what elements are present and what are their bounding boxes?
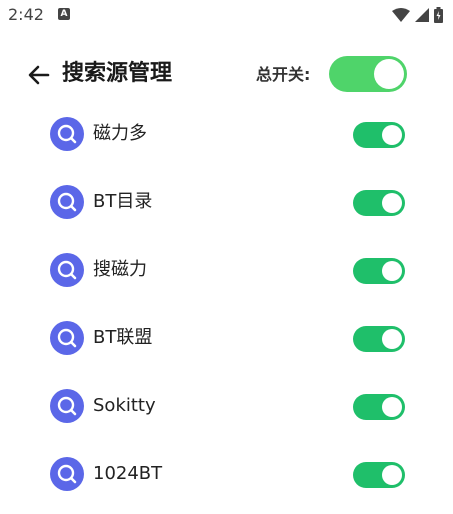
arrow-left-icon (28, 65, 50, 85)
app-notification-icon: A (58, 8, 70, 20)
master-switch-label: 总开关: (256, 65, 311, 84)
search-icon (50, 117, 84, 151)
source-toggle[interactable] (353, 326, 405, 352)
source-label: Sokitty (93, 395, 156, 416)
toggle-knob (382, 193, 402, 213)
list-item[interactable]: 搜磁力 (0, 236, 453, 304)
source-label: BT目录 (93, 191, 153, 212)
source-toggle[interactable] (353, 394, 405, 420)
list-item[interactable]: 磁力多 (0, 100, 453, 168)
list-item[interactable]: 1024BT (0, 440, 453, 508)
back-button[interactable] (24, 60, 54, 90)
source-toggle[interactable] (353, 122, 405, 148)
header: 搜索源管理 总开关: (0, 50, 453, 98)
source-toggle[interactable] (353, 258, 405, 284)
page-title: 搜索源管理 (62, 61, 173, 86)
search-icon (50, 389, 84, 423)
list-item[interactable]: BT目录 (0, 168, 453, 236)
battery-icon (434, 7, 443, 23)
search-icon (50, 457, 84, 491)
signal-icon (415, 8, 429, 22)
list-item[interactable]: Sokitty (0, 372, 453, 440)
search-icon (50, 321, 84, 355)
toggle-knob (382, 465, 402, 485)
status-time: 2:42 (8, 5, 44, 24)
source-toggle[interactable] (353, 462, 405, 488)
list-item[interactable]: BT联盟 (0, 304, 453, 372)
source-label: 1024BT (93, 463, 163, 484)
toggle-knob (382, 329, 402, 349)
wifi-icon (392, 8, 410, 22)
toggle-knob (382, 397, 402, 417)
toggle-knob (374, 59, 404, 89)
source-label: 搜磁力 (93, 259, 147, 280)
source-list: 磁力多 BT目录 搜磁力 BT联盟 Sokitty 1024BT (0, 100, 453, 508)
search-icon (50, 253, 84, 287)
toggle-knob (382, 261, 402, 281)
toggle-knob (382, 125, 402, 145)
source-label: BT联盟 (93, 327, 153, 348)
source-toggle[interactable] (353, 190, 405, 216)
search-icon (50, 185, 84, 219)
screen: 2:42 A 搜索源管理 总开关: 磁力多 BT目录 搜磁力 BT联盟 Soki… (0, 0, 453, 514)
status-icons (392, 6, 443, 24)
source-label: 磁力多 (93, 123, 147, 144)
master-switch-toggle[interactable] (329, 56, 407, 92)
status-bar: 2:42 A (0, 0, 453, 32)
